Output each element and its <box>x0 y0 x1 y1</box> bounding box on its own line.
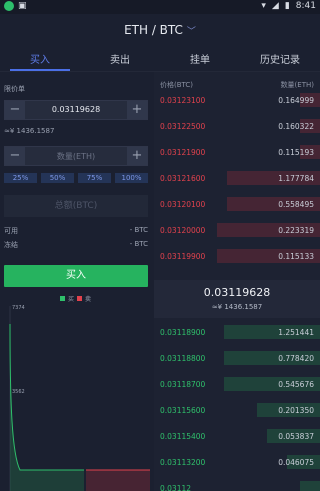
percent-25-button[interactable]: 25% <box>4 173 37 183</box>
bid-row[interactable]: 0.03115600 0.201350 <box>154 402 320 418</box>
ask-amount: 1.177784 <box>278 174 314 183</box>
total-input[interactable]: 总额(BTC) <box>4 195 148 217</box>
bid-amount: 1.251441 <box>278 328 314 337</box>
depth-chart: 买 卖 7374 3562 <box>0 294 154 491</box>
available-value: - BTC <box>129 226 148 234</box>
order-form: 限价单 − 0.03119628 + ≈¥ 1436.1587 − 数量(ETH… <box>0 72 154 491</box>
bid-row[interactable]: 0.03112 <box>154 480 320 491</box>
ask-price: 0.03121600 <box>160 174 206 183</box>
ask-amount: 0.558495 <box>278 200 314 209</box>
price-decrease-button[interactable]: − <box>5 101 25 119</box>
available-label: 可用 <box>4 227 18 235</box>
last-price: 0.03119628 <box>203 286 271 299</box>
ask-price: 0.03121900 <box>160 148 206 157</box>
bid-price: 0.03118900 <box>160 328 206 337</box>
ask-amount: 0.115133 <box>278 252 314 261</box>
trade-tabs: 买入 卖出 挂单 历史记录 <box>0 46 320 72</box>
bid-amount: 0.046075 <box>278 458 314 467</box>
price-column-header: 价格(BTC) <box>160 81 194 89</box>
tab-history[interactable]: 历史记录 <box>240 46 320 71</box>
tab-sell[interactable]: 卖出 <box>80 46 160 71</box>
price-cny-estimate: ≈¥ 1436.1587 <box>4 127 55 135</box>
gallery-notification-icon: ▣ <box>18 1 27 11</box>
tab-buy[interactable]: 买入 <box>0 46 80 71</box>
amount-column-header: 数量(ETH) <box>280 81 314 89</box>
pair-title: ETH / BTC <box>124 23 183 37</box>
frozen-label: 冻结 <box>4 241 18 249</box>
bid-price: 0.03118800 <box>160 354 206 363</box>
app-notification-icon <box>4 1 14 11</box>
percent-100-button[interactable]: 100% <box>115 173 148 183</box>
bid-price: 0.03115400 <box>160 432 206 441</box>
depth-bid-line <box>9 323 84 471</box>
bid-amount: 0.545676 <box>278 380 314 389</box>
ask-amount: 0.115193 <box>278 148 314 157</box>
bid-price: 0.03112 <box>160 484 192 491</box>
bid-amount: 0.201350 <box>278 406 314 415</box>
available-row: 可用 - BTC <box>4 226 148 236</box>
bid-amount: 0.053837 <box>278 432 314 441</box>
pair-selector[interactable]: ETH / BTC ﹀ <box>0 23 320 37</box>
bid-price: 0.03115600 <box>160 406 206 415</box>
bid-row[interactable]: 0.03113200 0.046075 <box>154 454 320 470</box>
ask-row[interactable]: 0.03122500 0.160322 <box>154 118 320 134</box>
clock: 8:41 <box>295 1 316 11</box>
bid-amount: 0.778420 <box>278 354 314 363</box>
last-price-cny: ≈¥ 1436.1587 <box>211 303 263 311</box>
bid-row[interactable]: 0.03115400 0.053837 <box>154 428 320 444</box>
order-book: 价格(BTC) 数量(ETH) 0.03123100 0.164999 0.0312… <box>154 72 320 491</box>
ask-price: 0.03120100 <box>160 200 206 209</box>
amount-decrease-button[interactable]: − <box>5 147 25 165</box>
signal-icon: ◢ <box>271 1 279 11</box>
buy-button[interactable]: 买入 <box>4 265 148 287</box>
amount-input[interactable]: 数量(ETH) <box>25 151 127 162</box>
ask-row[interactable]: 0.03121600 1.177784 <box>154 170 320 186</box>
amount-stepper: − 数量(ETH) + <box>4 146 148 166</box>
ask-row[interactable]: 0.03120100 0.558495 <box>154 196 320 212</box>
percent-50-button[interactable]: 50% <box>41 173 74 183</box>
price-input[interactable]: 0.03119628 <box>25 105 127 114</box>
depth-chart-svg <box>9 306 150 491</box>
bid-price: 0.03113200 <box>160 458 206 467</box>
ask-amount: 0.160322 <box>278 122 314 131</box>
status-bar: ▣ ▾ ◢ ▮ 8:41 <box>0 0 320 14</box>
bid-row[interactable]: 0.03118900 1.251441 <box>154 324 320 340</box>
ask-row[interactable]: 0.03119900 0.115133 <box>154 248 320 264</box>
bid-price: 0.03118700 <box>160 380 206 389</box>
battery-icon: ▮ <box>284 1 290 11</box>
last-price-panel: 0.03119628 ≈¥ 1436.1587 <box>154 280 320 318</box>
tab-open-orders[interactable]: 挂单 <box>160 46 240 71</box>
ask-amount: 0.223319 <box>278 226 314 235</box>
frozen-value: - BTC <box>129 240 148 248</box>
depth-bid-area <box>10 324 84 491</box>
ask-row[interactable]: 0.03120000 0.223319 <box>154 222 320 238</box>
depth-ask-area <box>86 470 150 491</box>
ask-price: 0.03122500 <box>160 122 206 131</box>
top-bar: ETH / BTC ﹀ <box>0 14 320 46</box>
ask-row[interactable]: 0.03123100 0.164999 <box>154 92 320 108</box>
frozen-row: 冻结 - BTC <box>4 240 148 250</box>
amount-increase-button[interactable]: + <box>127 147 147 165</box>
ask-amount: 0.164999 <box>278 96 314 105</box>
ask-price: 0.03120000 <box>160 226 206 235</box>
price-increase-button[interactable]: + <box>127 101 147 119</box>
ask-price: 0.03119900 <box>160 252 206 261</box>
bid-depth-bar <box>300 481 320 491</box>
price-stepper: − 0.03119628 + <box>4 100 148 120</box>
order-type-label[interactable]: 限价单 <box>4 84 25 94</box>
chevron-down-icon: ﹀ <box>186 27 196 37</box>
bid-row[interactable]: 0.03118700 0.545676 <box>154 376 320 392</box>
bid-row[interactable]: 0.03118800 0.778420 <box>154 350 320 366</box>
ask-row[interactable]: 0.03121900 0.115193 <box>154 144 320 160</box>
wifi-icon: ▾ <box>261 1 266 11</box>
percent-75-button[interactable]: 75% <box>78 173 111 183</box>
percent-buttons: 25% 50% 75% 100% <box>4 173 148 183</box>
ask-price: 0.03123100 <box>160 96 206 105</box>
